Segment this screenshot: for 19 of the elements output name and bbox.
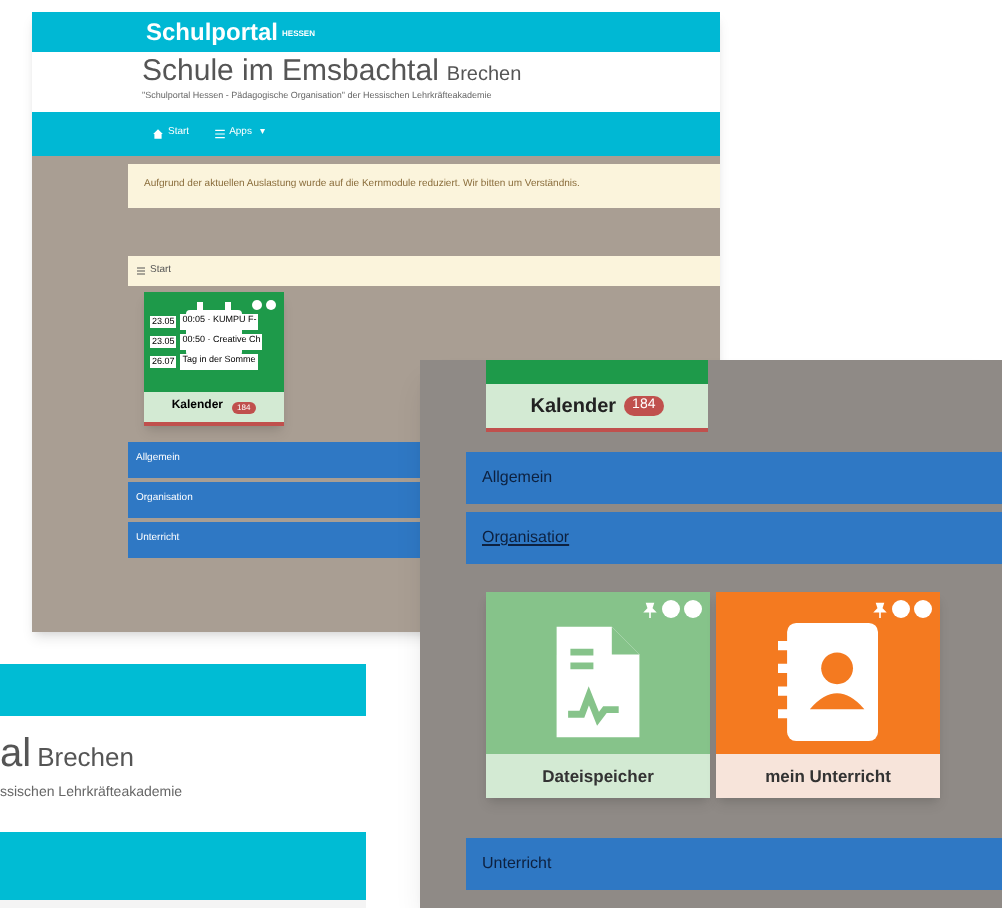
menu-icon bbox=[213, 128, 226, 140]
tile-label: mein Unterricht bbox=[765, 763, 891, 789]
section-header[interactable]: Unterricht bbox=[466, 838, 1002, 890]
pin-icon[interactable] bbox=[872, 601, 888, 617]
section-header[interactable]: Organisatior bbox=[466, 512, 1002, 564]
app-tile[interactable]: Dateispeicher bbox=[486, 592, 710, 798]
section-header[interactable]: Allgemein bbox=[466, 452, 1002, 504]
school-location: Brechen bbox=[37, 740, 134, 776]
app-tile[interactable]: mein Unterricht bbox=[716, 592, 940, 798]
document-icon bbox=[552, 621, 644, 741]
tile-label: Kalender bbox=[530, 393, 617, 421]
school-title: Schule im Emsbachtal bbox=[142, 54, 439, 88]
pin-icon[interactable] bbox=[642, 601, 658, 617]
home-icon bbox=[152, 128, 164, 140]
list-icon bbox=[136, 266, 146, 276]
contact-book-icon bbox=[778, 621, 878, 741]
tile-label: Dateispeicher bbox=[542, 763, 654, 789]
school-title: al bbox=[0, 732, 32, 776]
school-location: Brechen bbox=[446, 62, 522, 90]
